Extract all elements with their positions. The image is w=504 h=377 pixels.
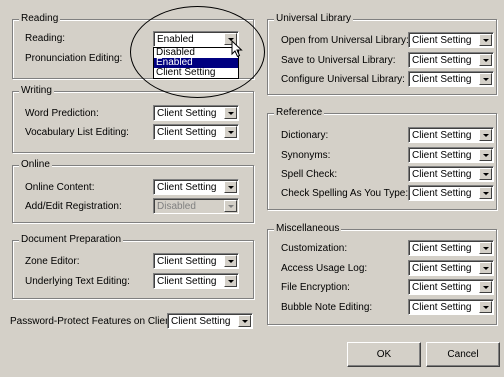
chevron-down-icon[interactable]: [479, 129, 492, 141]
vocab-select[interactable]: Client Setting: [153, 124, 239, 140]
reading-dropdown-list[interactable]: Disabled Enabled Client Setting: [153, 47, 239, 79]
ok-button[interactable]: OK: [347, 342, 421, 367]
synonyms-label: Synonyms:: [281, 150, 331, 161]
open-library-value: Client Setting: [412, 35, 472, 46]
word-prediction-select[interactable]: Client Setting: [153, 105, 239, 121]
zone-editor-value: Client Setting: [157, 256, 217, 267]
password-protect-value: Client Setting: [171, 316, 231, 327]
chevron-down-icon[interactable]: [224, 126, 237, 138]
document-prep-group: Document Preparation: [12, 234, 254, 299]
registration-value: Disabled: [157, 201, 196, 212]
reading-label: Reading:: [25, 33, 66, 44]
reading-group-title: Reading: [19, 13, 61, 25]
reading-option-client-setting[interactable]: Client Setting: [154, 68, 238, 78]
chevron-down-icon[interactable]: [479, 149, 492, 161]
chevron-down-icon[interactable]: [479, 262, 492, 274]
synonyms-select[interactable]: Client Setting: [408, 147, 494, 163]
universal-library-group-title: Universal Library: [274, 13, 354, 25]
miscellaneous-group-title: Miscellaneous: [274, 223, 342, 235]
underlying-select[interactable]: Client Setting: [153, 273, 239, 289]
chevron-down-icon[interactable]: [224, 107, 237, 119]
configure-library-value: Client Setting: [412, 74, 472, 85]
zone-editor-select[interactable]: Client Setting: [153, 253, 239, 269]
customization-value: Client Setting: [412, 243, 472, 254]
dictionary-value: Client Setting: [412, 130, 472, 141]
underlying-label: Underlying Text Editing:: [25, 276, 130, 287]
configure-library-label: Configure Universal Library:: [281, 74, 405, 85]
word-prediction-value: Client Setting: [157, 108, 217, 119]
cancel-button[interactable]: Cancel: [426, 342, 500, 367]
encryption-label: File Encryption:: [281, 282, 350, 293]
dictionary-select[interactable]: Client Setting: [408, 127, 494, 143]
chevron-down-icon[interactable]: [479, 281, 492, 293]
pronunciation-label: Pronunciation Editing:: [25, 53, 123, 64]
chevron-down-icon[interactable]: [479, 301, 492, 313]
document-prep-group-title: Document Preparation: [19, 234, 124, 246]
check-spelling-label: Check Spelling As You Type:: [281, 188, 409, 199]
registration-label: Add/Edit Registration:: [25, 201, 122, 212]
check-spelling-value: Client Setting: [412, 188, 472, 199]
customization-label: Customization:: [281, 243, 348, 254]
vocab-label: Vocabulary List Editing:: [25, 127, 129, 138]
vocab-value: Client Setting: [157, 127, 217, 138]
writing-group: Writing: [12, 85, 254, 153]
synonyms-value: Client Setting: [412, 150, 472, 161]
chevron-down-icon[interactable]: [479, 73, 492, 85]
chevron-down-icon[interactable]: [479, 54, 492, 66]
chevron-down-icon[interactable]: [479, 34, 492, 46]
save-library-value: Client Setting: [412, 55, 472, 66]
chevron-down-icon[interactable]: [479, 168, 492, 180]
reading-select[interactable]: Enabled: [153, 31, 239, 47]
encryption-select[interactable]: Client Setting: [408, 279, 494, 295]
writing-group-title: Writing: [19, 85, 54, 97]
chevron-down-icon[interactable]: [238, 315, 251, 327]
chevron-down-icon[interactable]: [224, 181, 237, 193]
chevron-down-icon[interactable]: [479, 242, 492, 254]
encryption-value: Client Setting: [412, 282, 472, 293]
word-prediction-label: Word Prediction:: [25, 108, 99, 119]
chevron-down-icon[interactable]: [224, 255, 237, 267]
reading-select-value: Enabled: [157, 34, 194, 45]
password-protect-label: Password-Protect Features on Client:: [10, 316, 177, 327]
reference-group-title: Reference: [274, 107, 325, 119]
open-library-label: Open from Universal Library:: [281, 35, 409, 46]
spell-check-value: Client Setting: [412, 169, 472, 180]
mouse-cursor-icon: [231, 40, 243, 58]
online-content-label: Online Content:: [25, 182, 95, 193]
access-log-value: Client Setting: [412, 263, 472, 274]
spell-check-label: Spell Check:: [281, 169, 338, 180]
password-protect-select[interactable]: Client Setting: [167, 313, 253, 329]
registration-select: Disabled: [153, 198, 239, 214]
check-spelling-select[interactable]: Client Setting: [408, 185, 494, 201]
customization-select[interactable]: Client Setting: [408, 240, 494, 256]
chevron-down-icon[interactable]: [224, 275, 237, 287]
configure-library-select[interactable]: Client Setting: [408, 71, 494, 87]
bubble-note-label: Bubble Note Editing:: [281, 302, 373, 313]
online-content-value: Client Setting: [157, 182, 217, 193]
bubble-note-select[interactable]: Client Setting: [408, 299, 494, 315]
save-library-select[interactable]: Client Setting: [408, 52, 494, 68]
save-library-label: Save to Universal Library:: [281, 55, 396, 66]
online-content-select[interactable]: Client Setting: [153, 179, 239, 195]
chevron-down-icon: [224, 200, 237, 212]
online-group-title: Online: [19, 159, 52, 171]
underlying-value: Client Setting: [157, 276, 217, 287]
chevron-down-icon[interactable]: [479, 187, 492, 199]
spell-check-select[interactable]: Client Setting: [408, 166, 494, 182]
dictionary-label: Dictionary:: [281, 130, 329, 141]
zone-editor-label: Zone Editor:: [25, 256, 80, 267]
access-log-label: Access Usage Log:: [281, 263, 368, 274]
open-library-select[interactable]: Client Setting: [408, 32, 494, 48]
access-log-select[interactable]: Client Setting: [408, 260, 494, 276]
bubble-note-value: Client Setting: [412, 302, 472, 313]
